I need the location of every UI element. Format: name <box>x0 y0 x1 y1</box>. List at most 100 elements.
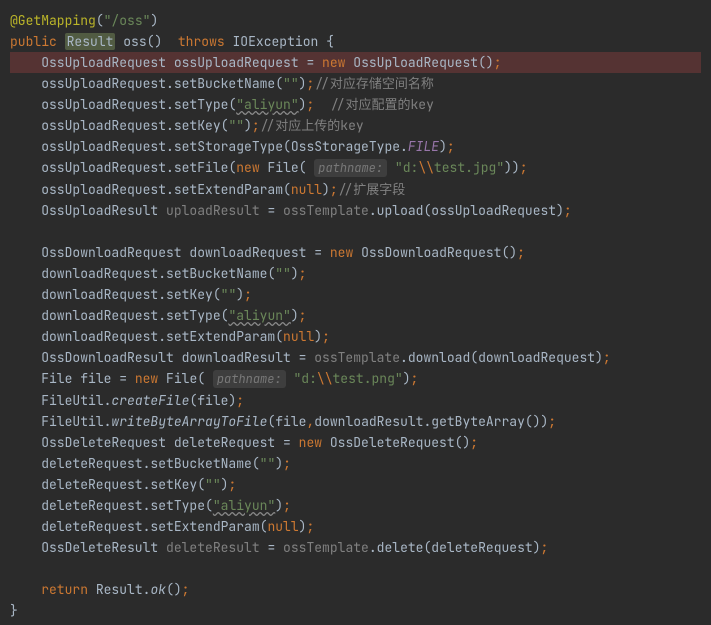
code-line: downloadRequest.setType("aliyun"); <box>10 307 306 324</box>
string-literal: "aliyun" <box>213 497 275 514</box>
code-line: ossUploadRequest.setStorageType(OssStora… <box>10 138 455 155</box>
method-call: delete <box>377 539 424 556</box>
constructor: OssDownloadRequest <box>361 244 501 261</box>
keyword-throws: throws <box>178 33 225 50</box>
code-line: @GetMapping("/oss") <box>10 12 158 29</box>
method-call: setExtendParam <box>166 328 275 345</box>
static-method-call: writeByteArrayToFile <box>111 413 267 430</box>
string-literal: "" <box>260 455 276 472</box>
annotation: @GetMapping <box>10 12 96 29</box>
code-line: ossUploadRequest.setType("aliyun"); //对应… <box>10 96 434 113</box>
result-type-highlight: Result <box>65 33 116 50</box>
var-ref: ossUploadRequest <box>41 181 166 198</box>
keyword-return: return <box>41 581 88 598</box>
method-call: setType <box>150 497 205 514</box>
var-ref: ossUploadRequest <box>41 75 166 92</box>
string-literal: "" <box>275 265 291 282</box>
string-literal: "aliyun" <box>228 307 290 324</box>
method-call: setKey <box>150 476 197 493</box>
constructor: OssDeleteRequest <box>330 434 455 451</box>
code-editor[interactable]: @GetMapping("/oss") public Result oss() … <box>10 10 701 621</box>
var-ref: downloadRequest <box>41 307 158 324</box>
string-literal: "" <box>283 75 299 92</box>
string-literal: "" <box>228 117 244 134</box>
field-ref: ossTemplate <box>283 539 369 556</box>
arg: file <box>197 392 228 409</box>
highlighted-line: OssUploadRequest ossUploadRequest = new … <box>10 52 701 73</box>
method-call: setExtendParam <box>174 181 283 198</box>
unused-var: deleteResult <box>166 539 260 556</box>
var: ossUploadRequest <box>174 54 299 71</box>
arg: file <box>275 413 306 430</box>
method-call: setBucketName <box>174 75 275 92</box>
static-field: FILE <box>408 138 439 155</box>
code-line: OssDeleteResult deleteResult = ossTempla… <box>10 539 548 556</box>
comment: //对应存储空间名称 <box>314 75 434 92</box>
code-line: downloadRequest.setKey(""); <box>10 286 252 303</box>
method-name: oss <box>123 33 146 50</box>
var: deleteRequest <box>174 434 275 451</box>
field-ref: ossTemplate <box>314 349 400 366</box>
param-hint: pathname: <box>314 159 387 177</box>
var-ref: ossUploadRequest <box>41 138 166 155</box>
code-line: downloadRequest.setExtendParam(null); <box>10 328 330 345</box>
comment: //对应上传的key <box>260 117 364 134</box>
null-literal: null <box>291 181 322 198</box>
string-literal: "/oss" <box>104 12 151 29</box>
string-literal: "d:\\test.png" <box>293 370 402 387</box>
comment: //扩展字段 <box>338 181 406 198</box>
constructor: File <box>166 370 197 387</box>
constructor: OssUploadRequest <box>353 54 478 71</box>
var-ref: downloadResult <box>314 413 423 430</box>
code-line: FileUtil.createFile(file); <box>10 392 244 409</box>
var: file <box>80 370 111 387</box>
type: OssDownloadResult <box>41 349 174 366</box>
comment: //对应配置的key <box>330 96 434 113</box>
var-ref: deleteRequest <box>41 518 142 535</box>
method-call: download <box>408 349 470 366</box>
keyword-new: new <box>322 54 345 71</box>
method-call: setExtendParam <box>150 518 259 535</box>
code-line: deleteRequest.setKey(""); <box>10 476 236 493</box>
type: OssDownloadRequest <box>41 244 181 261</box>
keyword-new: new <box>299 434 322 451</box>
method-call: getByteArray <box>431 413 525 430</box>
keyword-public: public <box>10 33 57 50</box>
code-line: ossUploadRequest.setBucketName("");//对应存… <box>10 75 434 92</box>
code-line: deleteRequest.setType("aliyun"); <box>10 497 291 514</box>
code-line: ossUploadRequest.setExtendParam(null);//… <box>10 181 405 198</box>
arg: deleteRequest <box>431 539 532 556</box>
static-method-call: ok <box>150 581 166 598</box>
code-line: OssUploadResult uploadResult = ossTempla… <box>10 202 572 219</box>
method-call: setType <box>174 96 229 113</box>
string-literal: "" <box>221 286 237 303</box>
method-call: setType <box>166 307 221 324</box>
string-literal: "d:\\test.jpg" <box>395 159 504 176</box>
var-ref: downloadRequest <box>41 286 158 303</box>
type: OssDeleteRequest <box>41 434 166 451</box>
method-call: setKey <box>174 117 221 134</box>
code-line: FileUtil.writeByteArrayToFile(file,downl… <box>10 413 556 430</box>
var: downloadRequest <box>189 244 306 261</box>
var-ref: ossUploadRequest <box>41 96 166 113</box>
var-ref: deleteRequest <box>41 476 142 493</box>
exception-type: IOException <box>233 33 319 50</box>
code-line: ossUploadRequest.setKey("");//对应上传的key <box>10 117 364 134</box>
code-line: deleteRequest.setExtendParam(null); <box>10 518 314 535</box>
arg: ossUploadRequest <box>431 202 556 219</box>
keyword-new: new <box>330 244 353 261</box>
static-method-call: createFile <box>111 392 189 409</box>
code-line: OssDownloadRequest downloadRequest = new… <box>10 244 525 261</box>
string-literal: "aliyun" <box>236 96 298 113</box>
field-ref: ossTemplate <box>283 202 369 219</box>
code-line: OssDownloadResult downloadResult = ossTe… <box>10 349 611 366</box>
var-ref: deleteRequest <box>41 455 142 472</box>
code-line: OssDeleteRequest deleteRequest = new Oss… <box>10 434 478 451</box>
code-line: downloadRequest.setBucketName(""); <box>10 265 306 282</box>
class-ref: FileUtil <box>41 413 103 430</box>
type: File <box>41 370 72 387</box>
type: OssUploadRequest <box>41 54 166 71</box>
code-line: return Result.ok(); <box>10 581 189 598</box>
method-call: setBucketName <box>150 455 251 472</box>
method-call: setFile <box>174 159 229 176</box>
